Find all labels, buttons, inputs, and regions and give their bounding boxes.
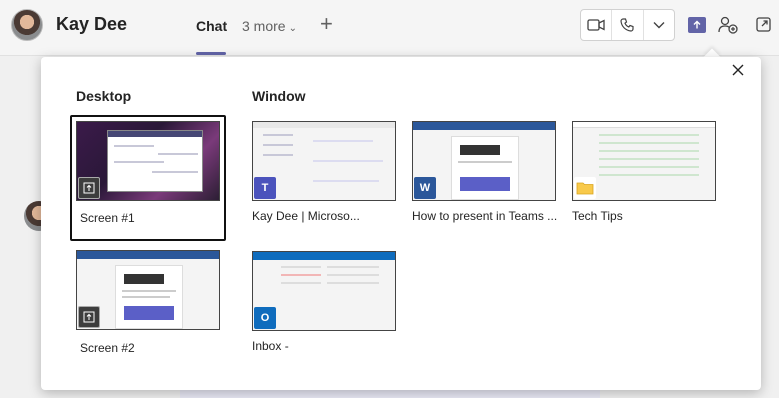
folder-icon bbox=[574, 177, 596, 199]
window-outlook-thumbnail: O bbox=[252, 251, 396, 331]
window-explorer-label: Tech Tips bbox=[572, 209, 623, 223]
window-teams-thumbnail: T bbox=[252, 121, 396, 201]
thumbnail-line bbox=[263, 144, 293, 146]
thumbnail-window bbox=[107, 130, 203, 192]
thumbnail-line bbox=[152, 171, 198, 173]
add-people-button[interactable] bbox=[718, 15, 738, 35]
chevron-down-icon bbox=[653, 22, 665, 29]
screen-2-label: Screen #2 bbox=[80, 341, 135, 355]
window-explorer-tile[interactable]: Tech Tips bbox=[570, 119, 726, 237]
thumbnail-line bbox=[114, 145, 154, 147]
thumbnail-line bbox=[281, 266, 321, 268]
close-icon bbox=[732, 64, 744, 76]
add-people-icon bbox=[718, 16, 738, 34]
screen-1-tile[interactable]: Screen #1 bbox=[70, 115, 226, 241]
thumbnail-line bbox=[263, 154, 293, 156]
thumbnail-line bbox=[327, 266, 379, 268]
thumbnail-image bbox=[124, 306, 174, 320]
video-camera-icon bbox=[587, 19, 605, 31]
pop-out-icon bbox=[755, 16, 771, 32]
window-section-title: Window bbox=[252, 88, 306, 104]
video-call-button[interactable] bbox=[581, 10, 613, 40]
thumbnail-titlebar bbox=[77, 251, 219, 259]
phone-icon bbox=[620, 18, 635, 32]
thumbnail-line bbox=[281, 282, 321, 284]
thumbnail-line bbox=[281, 274, 321, 276]
screen-1-label: Screen #1 bbox=[80, 211, 135, 225]
thumbnail-line bbox=[114, 161, 164, 163]
outlook-app-icon: O bbox=[254, 307, 276, 329]
thumbnail-image bbox=[460, 145, 500, 155]
tab-more[interactable]: 3 more ⌄ bbox=[242, 18, 297, 34]
window-teams-tile[interactable]: T Kay Dee | Microso... bbox=[250, 119, 406, 237]
call-button-group bbox=[580, 9, 675, 41]
audio-call-button[interactable] bbox=[612, 10, 644, 40]
teams-app-icon: T bbox=[254, 177, 276, 199]
window-outlook-tile[interactable]: O Inbox - bbox=[250, 249, 406, 367]
share-screen-icon bbox=[78, 177, 100, 199]
plus-icon[interactable]: + bbox=[320, 13, 333, 35]
tab-more-label: 3 more bbox=[242, 18, 286, 34]
thumbnail-line bbox=[599, 174, 699, 176]
window-word-thumbnail: W bbox=[412, 121, 556, 201]
thumbnail-image bbox=[460, 177, 510, 191]
share-screen-icon bbox=[78, 306, 100, 328]
thumbnail-line bbox=[599, 134, 699, 136]
thumbnail-line bbox=[458, 161, 512, 163]
screen-2-tile[interactable]: Screen #2 bbox=[70, 246, 226, 366]
call-options-dropdown[interactable] bbox=[644, 10, 674, 40]
thumbnail-document bbox=[451, 136, 519, 200]
window-outlook-label: Inbox - bbox=[252, 339, 289, 353]
thumbnail-line bbox=[327, 274, 379, 276]
thumbnail-line bbox=[122, 290, 176, 292]
thumbnail-document bbox=[115, 265, 183, 329]
thumbnail-titlebar bbox=[413, 122, 555, 130]
contact-name[interactable]: Kay Dee bbox=[56, 14, 127, 35]
chevron-down-icon: ⌄ bbox=[288, 23, 297, 34]
tab-chat[interactable]: Chat bbox=[196, 18, 227, 34]
thumbnail-titlebar bbox=[253, 122, 395, 128]
thumbnail-line bbox=[313, 140, 373, 142]
thumbnail-line bbox=[122, 296, 170, 298]
thumbnail-image bbox=[124, 274, 164, 284]
thumbnail-line bbox=[313, 180, 379, 182]
pop-out-button[interactable] bbox=[755, 16, 771, 32]
thumbnail-titlebar bbox=[108, 131, 202, 137]
window-explorer-thumbnail bbox=[572, 121, 716, 201]
avatar[interactable] bbox=[11, 9, 43, 41]
thumbnail-line bbox=[599, 150, 699, 152]
thumbnail-titlebar bbox=[253, 252, 395, 260]
thumbnail-line bbox=[599, 142, 699, 144]
window-word-label: How to present in Teams ... bbox=[412, 209, 558, 223]
thumbnail-line bbox=[599, 166, 699, 168]
thumbnail-line bbox=[327, 282, 379, 284]
share-screen-icon bbox=[693, 20, 701, 29]
window-word-tile[interactable]: W How to present in Teams ... bbox=[410, 119, 566, 237]
thumbnail-line bbox=[158, 153, 198, 155]
desktop-section-title: Desktop bbox=[76, 88, 132, 104]
active-tab-indicator bbox=[196, 52, 226, 55]
word-app-icon: W bbox=[414, 177, 436, 199]
close-button[interactable] bbox=[731, 63, 745, 77]
thumbnail-line bbox=[263, 134, 293, 136]
screen-2-thumbnail bbox=[76, 250, 220, 330]
window-teams-label: Kay Dee | Microso... bbox=[252, 209, 360, 223]
share-tray-panel: Desktop Window Screen #1 Screen #2 T Kay… bbox=[41, 57, 761, 390]
chat-header: Kay Dee Chat 3 more ⌄ + bbox=[0, 0, 779, 56]
share-screen-button[interactable] bbox=[688, 17, 706, 33]
thumbnail-titlebar bbox=[573, 122, 715, 128]
thumbnail-line bbox=[599, 158, 699, 160]
screen-1-thumbnail bbox=[76, 121, 220, 201]
thumbnail-line bbox=[313, 160, 383, 162]
